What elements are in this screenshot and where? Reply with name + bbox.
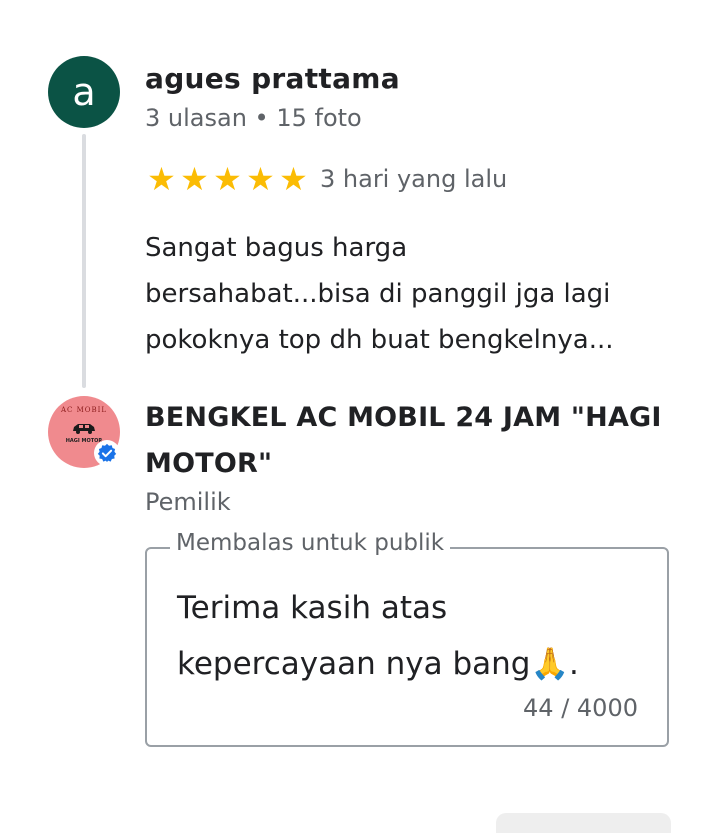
star-icon: ★ [213,160,242,198]
reply-text-line: Terima kasih atas [177,590,448,626]
reviewer-name[interactable]: agues prattama [145,62,400,95]
reply-field-label: Membalas untuk publik [170,530,451,556]
reviewer-avatar-letter: a [72,70,96,114]
reviewer-meta: 3 ulasan • 15 foto [145,104,362,132]
owner-role: Pemilik [145,488,231,516]
review-text-line: pokoknya top dh buat bengkelnya... [145,325,614,355]
star-rating: ★ ★ ★ ★ ★ [145,160,310,198]
review-thread: a agues prattama 3 ulasan • 15 foto ★ ★ … [0,0,718,833]
owner-logo-top-text: AC MOBIL [60,406,108,414]
review-text: Sangat bagus harga bersahabat...bisa di … [145,225,685,363]
star-icon: ★ [180,160,209,198]
action-button[interactable] [496,813,671,833]
review-text-line: bersahabat...bisa di panggil jga lagi [145,279,611,309]
thread-connector-line [82,134,86,388]
verified-icon [97,443,117,463]
car-icon [73,424,95,434]
reply-text-line: kepercayaan nya bang🙏. [177,646,579,682]
rating-row: ★ ★ ★ ★ ★ 3 hari yang lalu [145,160,508,198]
star-icon: ★ [147,160,176,198]
owner-name[interactable]: BENGKEL AC MOBIL 24 JAM "HAGI MOTOR" [145,395,685,487]
verified-badge-icon [94,440,120,466]
star-icon: ★ [279,160,308,198]
review-date: 3 hari yang lalu [320,165,508,193]
reply-text[interactable]: Terima kasih atas kepercayaan nya bang🙏. [177,580,647,692]
character-counter: 44 / 4000 [523,694,638,722]
star-icon: ★ [246,160,275,198]
owner-name-line: BENGKEL AC MOBIL 24 JAM "HAGI [145,402,662,433]
reviewer-avatar[interactable]: a [48,56,120,128]
owner-name-line: MOTOR" [145,448,273,479]
review-text-line: Sangat bagus harga [145,233,408,263]
